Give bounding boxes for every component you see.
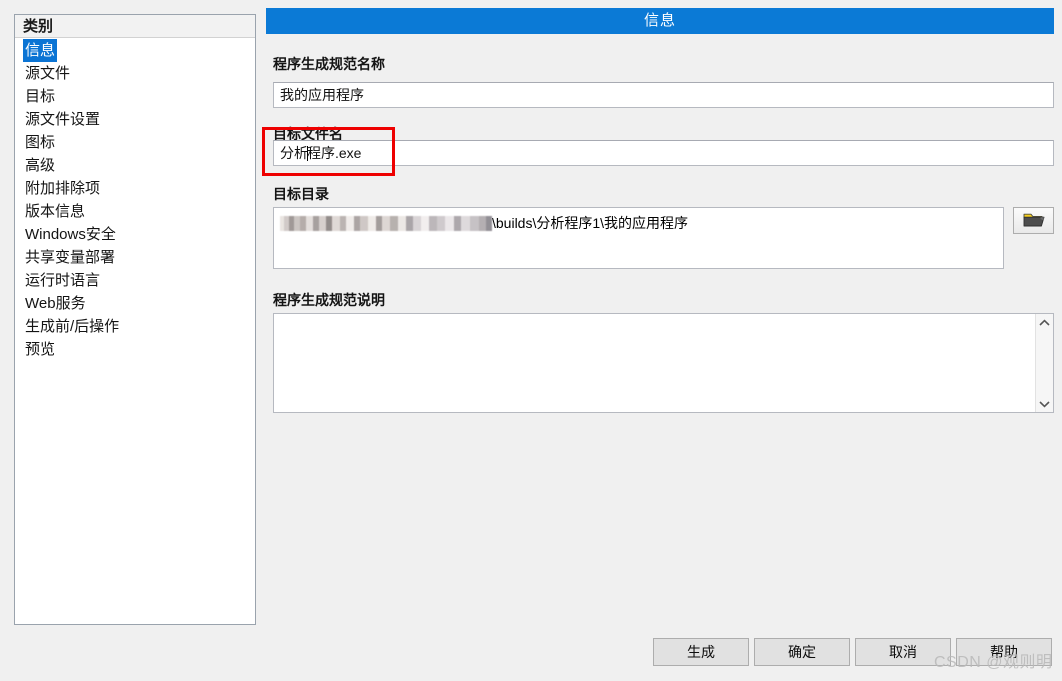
category-list-panel[interactable]: 类别 信息 源文件 目标 源文件设置 图标 高级 附加排除项 版本信息 Wind…: [14, 14, 256, 625]
category-column-header: 类别: [15, 15, 255, 38]
chevron-down-icon[interactable]: [1036, 395, 1053, 412]
sidebar-item-preview[interactable]: 预览: [15, 338, 255, 361]
sidebar-item-label: 预览: [25, 341, 56, 358]
sidebar-item-label: 版本信息: [25, 203, 86, 220]
sidebar-item-windows-security[interactable]: Windows安全: [15, 223, 255, 246]
sidebar-item-web-services[interactable]: Web服务: [15, 292, 255, 315]
sidebar-item-label: 图标: [25, 134, 56, 151]
dialog-button-bar: 生成 确定 取消 帮助: [0, 638, 1062, 668]
build-spec-name-input[interactable]: 我的应用程序: [273, 82, 1054, 108]
sidebar-item-version-information[interactable]: 版本信息: [15, 200, 255, 223]
sidebar-item-label: 源文件: [25, 65, 71, 82]
category-items-container[interactable]: 信息 源文件 目标 源文件设置 图标 高级 附加排除项 版本信息 Windows…: [15, 38, 255, 361]
sidebar-item-shared-variable-deployment[interactable]: 共享变量部署: [15, 246, 255, 269]
sidebar-item-runtime-languages[interactable]: 运行时语言: [15, 269, 255, 292]
sidebar-item-info[interactable]: 信息: [15, 39, 255, 62]
sidebar-item-additional-exclusions[interactable]: 附加排除项: [15, 177, 255, 200]
description-scrollbar[interactable]: [1035, 314, 1053, 412]
page-title: 信息: [266, 8, 1054, 34]
build-spec-name-label: 程序生成规范名称: [273, 56, 385, 72]
sidebar-item-label: Windows安全: [25, 226, 116, 243]
sidebar-item-label: 源文件设置: [25, 111, 101, 128]
target-filename-text-before-caret: 分析: [280, 145, 308, 161]
build-spec-description-textarea[interactable]: [274, 314, 1035, 412]
ok-button[interactable]: 确定: [754, 638, 850, 666]
build-spec-description-field[interactable]: [273, 313, 1054, 413]
target-directory-input[interactable]: \builds\分析程序1\我的应用程序: [273, 207, 1004, 269]
generate-button[interactable]: 生成: [653, 638, 749, 666]
sidebar-item-source-file-settings[interactable]: 源文件设置: [15, 108, 255, 131]
sidebar-item-label: Web服务: [25, 295, 86, 312]
chevron-up-icon[interactable]: [1036, 314, 1053, 331]
sidebar-item-source-files[interactable]: 源文件: [15, 62, 255, 85]
sidebar-item-label: 共享变量部署: [25, 249, 116, 266]
information-page: 信息 程序生成规范名称 我的应用程序 目标文件名 分析程序.exe 目标目录 \…: [266, 8, 1054, 618]
sidebar-item-label: 运行时语言: [25, 272, 101, 289]
sidebar-item-destinations[interactable]: 目标: [15, 85, 255, 108]
open-folder-icon: [1023, 211, 1045, 231]
browse-folder-button[interactable]: [1013, 207, 1054, 234]
sidebar-item-label: 目标: [25, 88, 56, 105]
target-filename-text-after-caret: 程序.exe: [307, 145, 362, 161]
sidebar-item-icons[interactable]: 图标: [15, 131, 255, 154]
sidebar-item-label: 信息: [23, 39, 58, 62]
redacted-path-blur: [280, 216, 492, 231]
target-filename-input[interactable]: 分析程序.exe: [273, 140, 1054, 166]
target-directory-label: 目标目录: [273, 186, 329, 202]
target-directory-text: \builds\分析程序1\我的应用程序: [492, 215, 689, 231]
help-button[interactable]: 帮助: [956, 638, 1052, 666]
sidebar-item-pre-post-build-actions[interactable]: 生成前/后操作: [15, 315, 255, 338]
sidebar-item-advanced[interactable]: 高级: [15, 154, 255, 177]
cancel-button[interactable]: 取消: [855, 638, 951, 666]
sidebar-item-label: 高级: [25, 157, 56, 174]
build-spec-description-label: 程序生成规范说明: [273, 292, 385, 308]
sidebar-item-label: 附加排除项: [25, 180, 101, 197]
sidebar-item-label: 生成前/后操作: [25, 318, 120, 335]
